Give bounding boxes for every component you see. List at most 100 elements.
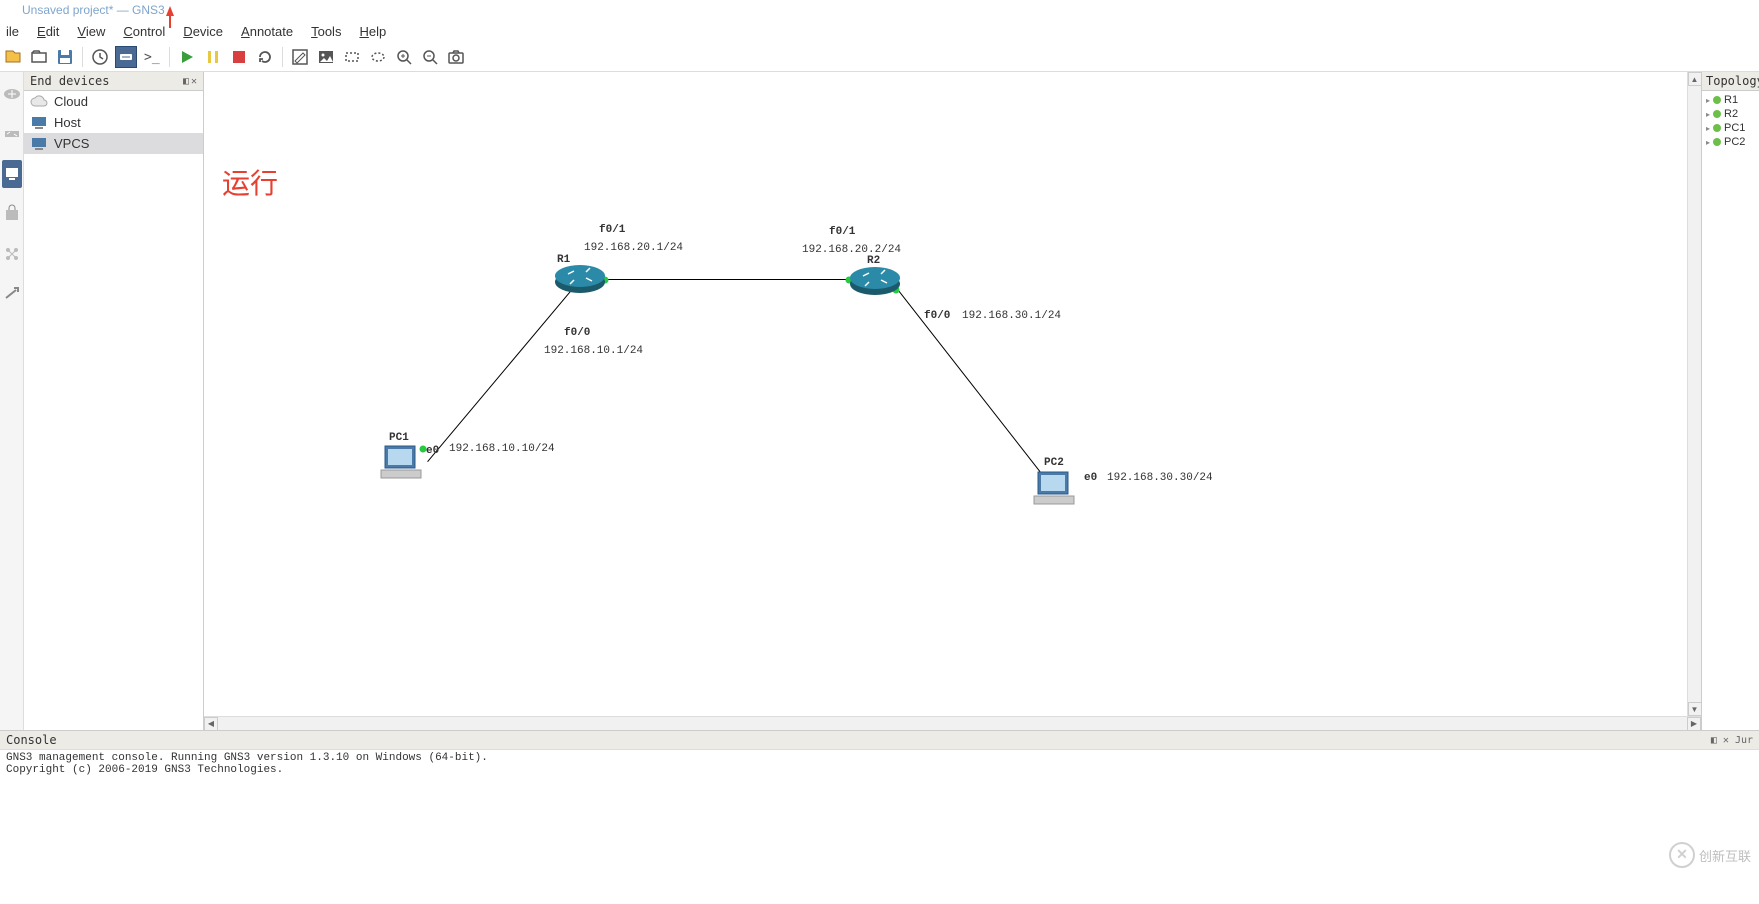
ip-label: 192.168.30.30/24	[1107, 472, 1213, 484]
zoom-out-button[interactable]	[419, 46, 441, 68]
toolbar-separator	[282, 47, 283, 67]
watermark: ✕ 创新互联	[1669, 842, 1751, 868]
cloud-icon	[30, 95, 48, 109]
save-project-button[interactable]	[54, 46, 76, 68]
stop-all-button[interactable]	[228, 46, 250, 68]
chevron-right-icon: ▸	[1706, 110, 1710, 119]
main-area: End devices ◧ ✕ Cloud Host VPCS	[0, 72, 1759, 730]
title-bar: Unsaved project* — GNS3	[0, 0, 1759, 20]
main-toolbar: >_	[0, 42, 1759, 72]
link-r1-r2[interactable]	[604, 279, 854, 280]
topology-item-r1[interactable]: ▸R1	[1702, 93, 1759, 107]
annotation-note-button[interactable]	[289, 46, 311, 68]
open-project-button[interactable]	[28, 46, 50, 68]
menu-help[interactable]: Help	[355, 22, 390, 41]
console-right-tag: Jur	[1735, 735, 1753, 746]
topo-label: PC1	[1724, 122, 1745, 134]
console-output[interactable]: GNS3 management console. Running GNS3 ve…	[0, 749, 1759, 789]
zoom-in-button[interactable]	[393, 46, 415, 68]
node-label-pc2: PC2	[1044, 457, 1064, 469]
interface-label: e0	[1084, 472, 1097, 484]
device-label: VPCS	[54, 136, 89, 151]
browse-all-devices-button[interactable]	[2, 240, 22, 268]
start-all-button[interactable]	[176, 46, 198, 68]
insert-image-button[interactable]	[315, 46, 337, 68]
computer-icon	[30, 116, 48, 130]
device-list: Cloud Host VPCS	[24, 91, 203, 730]
topology-item-pc1[interactable]: ▸ PC1	[1702, 121, 1759, 135]
menu-annotate[interactable]: Annotate	[237, 22, 297, 41]
menu-file[interactable]: ile	[2, 22, 23, 41]
status-dot-icon	[1713, 138, 1721, 146]
topology-panel: Topology ▸R1 ▸R2 ▸ PC1 ▸PC2	[1701, 72, 1759, 730]
svg-text:>_: >_	[144, 50, 160, 65]
console-title: Console	[6, 733, 57, 747]
node-pc1[interactable]	[379, 442, 423, 482]
menu-bar: ile Edit View Control Device Annotate To…	[0, 20, 1759, 42]
link-r1-pc1[interactable]	[427, 281, 579, 462]
menu-view[interactable]: View	[73, 22, 109, 41]
pause-all-button[interactable]	[202, 46, 224, 68]
status-dot-icon	[1713, 124, 1721, 132]
canvas-vertical-scrollbar[interactable]: ▲ ▼	[1687, 72, 1701, 716]
draw-ellipse-button[interactable]	[367, 46, 389, 68]
topology-title: Topology	[1702, 72, 1759, 91]
add-link-button[interactable]	[2, 280, 22, 308]
computer-icon	[30, 137, 48, 151]
end-devices-panel: End devices ◧ ✕ Cloud Host VPCS	[24, 72, 204, 730]
close-icon[interactable]: ✕	[191, 76, 197, 87]
ip-label: 192.168.20.1/24	[584, 242, 683, 254]
scroll-up-icon[interactable]: ▲	[1688, 72, 1702, 86]
node-r1[interactable]	[554, 262, 606, 294]
undock-icon[interactable]: ◧	[1711, 735, 1717, 746]
interface-label: f0/0	[924, 310, 950, 322]
window-title: Unsaved project* — GNS3	[22, 3, 165, 17]
toolbar-separator	[169, 47, 170, 67]
canvas-horizontal-scrollbar[interactable]: ◀ ▶	[204, 716, 1701, 730]
interface-label: f0/1	[599, 224, 625, 236]
ip-label: 192.168.20.2/24	[802, 244, 901, 256]
screenshot-button[interactable]	[445, 46, 467, 68]
device-item-host[interactable]: Host	[24, 112, 203, 133]
chevron-right-icon: ▸	[1706, 124, 1710, 133]
status-dot-icon	[1713, 96, 1721, 104]
topology-item-pc2[interactable]: ▸PC2	[1702, 135, 1759, 149]
topology-item-r2[interactable]: ▸R2	[1702, 107, 1759, 121]
menu-device[interactable]: Device	[179, 22, 227, 41]
node-label-r2: R2	[867, 255, 880, 267]
console-panel: Console ◧ ✕ Jur GNS3 management console.…	[0, 730, 1759, 789]
scroll-left-icon[interactable]: ◀	[204, 717, 218, 731]
console-header: Console ◧ ✕ Jur	[0, 731, 1759, 749]
menu-tools[interactable]: Tools	[307, 22, 345, 41]
browse-routers-button[interactable]	[2, 80, 22, 108]
snapshot-button[interactable]	[89, 46, 111, 68]
canvas-area[interactable]: 运行 R1 f0/1 192.168.20.1/24 f0/0 192.168.…	[204, 72, 1701, 730]
toolbar-separator	[82, 47, 83, 67]
topology-canvas[interactable]: 运行 R1 f0/1 192.168.20.1/24 f0/0 192.168.…	[204, 72, 1687, 716]
node-r2[interactable]	[849, 264, 901, 296]
show-interface-labels-button[interactable]	[115, 46, 137, 68]
scroll-down-icon[interactable]: ▼	[1688, 702, 1702, 716]
menu-edit[interactable]: Edit	[33, 22, 63, 41]
browse-switches-button[interactable]	[2, 120, 22, 148]
close-icon[interactable]: ✕	[1723, 735, 1729, 746]
browse-security-button[interactable]	[2, 200, 22, 228]
draw-rectangle-button[interactable]	[341, 46, 363, 68]
new-project-button[interactable]	[2, 46, 24, 68]
chevron-right-icon: ▸	[1706, 138, 1710, 147]
end-devices-title: End devices	[30, 74, 109, 88]
browse-end-devices-button[interactable]	[2, 160, 22, 188]
undock-icon[interactable]: ◧	[183, 76, 189, 87]
ip-label: 192.168.10.10/24	[449, 443, 555, 455]
ip-label: 192.168.30.1/24	[962, 310, 1061, 322]
node-type-sidebar	[0, 72, 24, 730]
console-button[interactable]: >_	[141, 46, 163, 68]
device-item-cloud[interactable]: Cloud	[24, 91, 203, 112]
chevron-right-icon: ▸	[1706, 96, 1710, 105]
node-pc2[interactable]	[1032, 468, 1076, 508]
device-label: Cloud	[54, 94, 88, 109]
scroll-right-icon[interactable]: ▶	[1687, 717, 1701, 731]
device-item-vpcs[interactable]: VPCS	[24, 133, 203, 154]
interface-label: f0/1	[829, 226, 855, 238]
reload-all-button[interactable]	[254, 46, 276, 68]
